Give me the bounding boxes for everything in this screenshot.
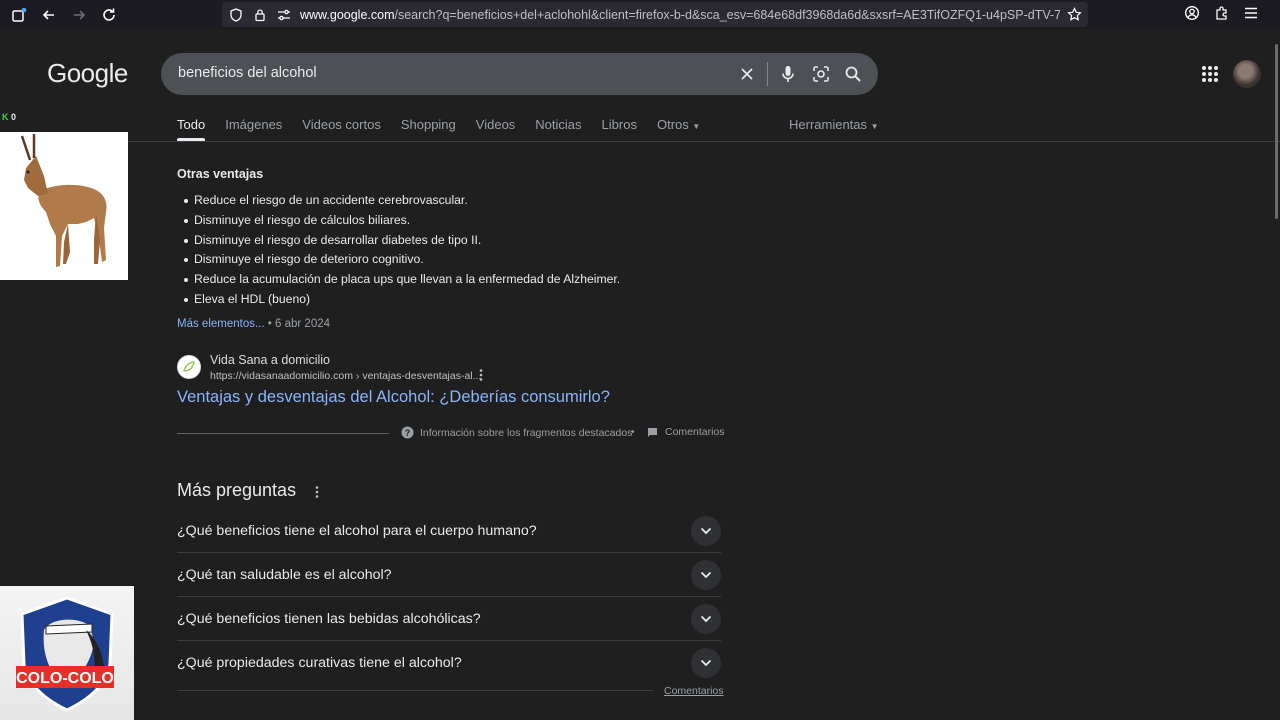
help-icon: ?	[401, 426, 414, 439]
divider	[177, 690, 653, 691]
snippet-feedback-row: ? Información sobre los fragmentos desta…	[177, 426, 725, 442]
tab-otros[interactable]: Otros ▼	[657, 117, 700, 137]
overlay-badge: K 0	[2, 112, 16, 122]
paa-question-text: ¿Qué propiedades curativas tiene el alco…	[177, 655, 462, 671]
source-url[interactable]: https://vidasanaadomicilio.com › ventaja…	[210, 370, 481, 382]
feedback-icon	[648, 427, 657, 437]
search-divider	[767, 62, 768, 86]
scrollbar[interactable]	[1275, 44, 1278, 219]
back-arrow-icon[interactable]	[34, 0, 64, 30]
more-options-icon[interactable]	[477, 368, 485, 382]
snippet-info-label: Información sobre los fragmentos destaca…	[420, 426, 633, 439]
tools-label: Herramientas	[789, 117, 868, 132]
tools-button[interactable]: Herramientas ▼	[789, 117, 879, 132]
paa-question[interactable]: ¿Qué tan saludable es el alcohol?	[177, 553, 721, 597]
paa-question[interactable]: ¿Qué beneficios tienen las bebidas alcoh…	[177, 597, 721, 641]
chevron-down-icon[interactable]	[691, 560, 721, 590]
snippet-date: 6 abr 2024	[275, 318, 331, 330]
chevron-down-icon[interactable]	[691, 604, 721, 634]
separator-dot: •	[631, 427, 635, 438]
search-input[interactable]: beneficios del alcohol	[178, 65, 317, 81]
colo-colo-text: COLO-COLO	[16, 670, 114, 687]
tab-noticias[interactable]: Noticias	[535, 117, 581, 137]
apps-grid-icon[interactable]	[1199, 63, 1221, 85]
more-items-link[interactable]: Más elementos...	[177, 318, 265, 330]
account-icon[interactable]	[1184, 5, 1214, 26]
google-logo[interactable]: Google	[47, 58, 128, 89]
list-item: Disminuye el riesgo de cálculos biliares…	[182, 211, 620, 231]
list-item: Reduce el riesgo de un accidente cerebro…	[182, 191, 620, 211]
reload-icon[interactable]	[94, 0, 124, 30]
feedback-link[interactable]: Comentarios	[647, 426, 725, 438]
snippet-more-line: Más elementos... • 6 abr 2024	[177, 318, 330, 330]
bookmark-star-icon[interactable]	[1062, 2, 1086, 27]
chevron-down-icon[interactable]	[691, 648, 721, 678]
svg-text:?: ?	[405, 428, 411, 438]
menu-icon[interactable]	[1244, 6, 1274, 24]
tab-overview-icon[interactable]	[4, 0, 34, 30]
camera-lens-icon[interactable]	[810, 63, 832, 85]
list-item: Disminuye el riesgo de desarrollar diabe…	[182, 231, 620, 251]
address-bar[interactable]: www.google.com/search?q=beneficios+del+a…	[222, 2, 1088, 27]
forward-arrow-icon[interactable]	[64, 0, 94, 30]
tab-otros-label: Otros	[656, 117, 689, 132]
result-title-link[interactable]: Ventajas y desventajas del Alcohol: ¿Deb…	[177, 388, 610, 407]
tab-todo[interactable]: Todo	[177, 117, 205, 137]
paa-question-text: ¿Qué beneficios tienen las bebidas alcoh…	[177, 611, 481, 627]
tab-imagenes[interactable]: Imágenes	[225, 117, 282, 137]
source-name[interactable]: Vida Sana a domicilio	[210, 353, 330, 367]
permissions-icon[interactable]	[272, 2, 296, 27]
list-item: Reduce la acumulación de placa ups que l…	[182, 270, 620, 290]
caret-down-icon: ▼	[870, 122, 879, 131]
badge-k: K	[2, 112, 9, 122]
tab-videos[interactable]: Videos	[476, 117, 516, 137]
paa-title: Más preguntas	[177, 480, 297, 500]
feedback-label: Comentarios	[665, 426, 725, 438]
site-favicon-icon	[177, 355, 201, 379]
more-options-icon[interactable]	[313, 485, 321, 499]
search-tabs: Todo Imágenes Videos cortos Shopping Vid…	[177, 117, 720, 137]
list-item: Eleva el HDL (bueno)	[182, 290, 620, 310]
search-icon[interactable]	[842, 63, 864, 85]
chevron-down-icon[interactable]	[691, 516, 721, 546]
lock-icon[interactable]	[248, 2, 272, 27]
colo-colo-logo: COLO-COLO	[0, 586, 134, 720]
microphone-icon[interactable]	[777, 63, 799, 85]
list-item: Disminuye el riesgo de deterioro cogniti…	[182, 250, 620, 270]
snippet-bullet-list: Reduce el riesgo de un accidente cerebro…	[182, 191, 620, 310]
paa-question-text: ¿Qué beneficios tiene el alcohol para el…	[177, 523, 537, 539]
paa-question[interactable]: ¿Qué beneficios tiene el alcohol para el…	[177, 509, 721, 553]
tab-shopping[interactable]: Shopping	[401, 117, 456, 137]
divider	[177, 433, 389, 434]
separator-dot: •	[267, 318, 276, 330]
avatar[interactable]	[1233, 60, 1261, 88]
url-text[interactable]: www.google.com/search?q=beneficios+del+a…	[300, 8, 1060, 22]
snippet-info-link[interactable]: ? Información sobre los fragmentos desta…	[401, 426, 632, 439]
url-host: www.google.com	[300, 7, 395, 22]
shield-icon[interactable]	[224, 2, 248, 27]
snippet-title: Otras ventajas	[177, 167, 264, 181]
url-path: /search?q=beneficios+del+aclohohl&client…	[394, 7, 1061, 22]
tabs-divider	[0, 141, 1280, 142]
paa-feedback-link[interactable]: Comentarios	[664, 685, 724, 697]
tab-libros[interactable]: Libros	[602, 117, 637, 137]
deer-image	[0, 132, 128, 280]
paa-question[interactable]: ¿Qué propiedades curativas tiene el alco…	[177, 641, 721, 685]
tab-videos-cortos[interactable]: Videos cortos	[302, 117, 381, 137]
search-box[interactable]: beneficios del alcohol	[161, 53, 878, 95]
caret-down-icon: ▼	[692, 122, 701, 131]
badge-count: 0	[11, 112, 17, 122]
clear-search-icon[interactable]	[736, 63, 758, 85]
paa-list: ¿Qué beneficios tiene el alcohol para el…	[177, 509, 721, 685]
paa-question-text: ¿Qué tan saludable es el alcohol?	[177, 567, 392, 583]
extensions-icon[interactable]	[1214, 5, 1244, 26]
